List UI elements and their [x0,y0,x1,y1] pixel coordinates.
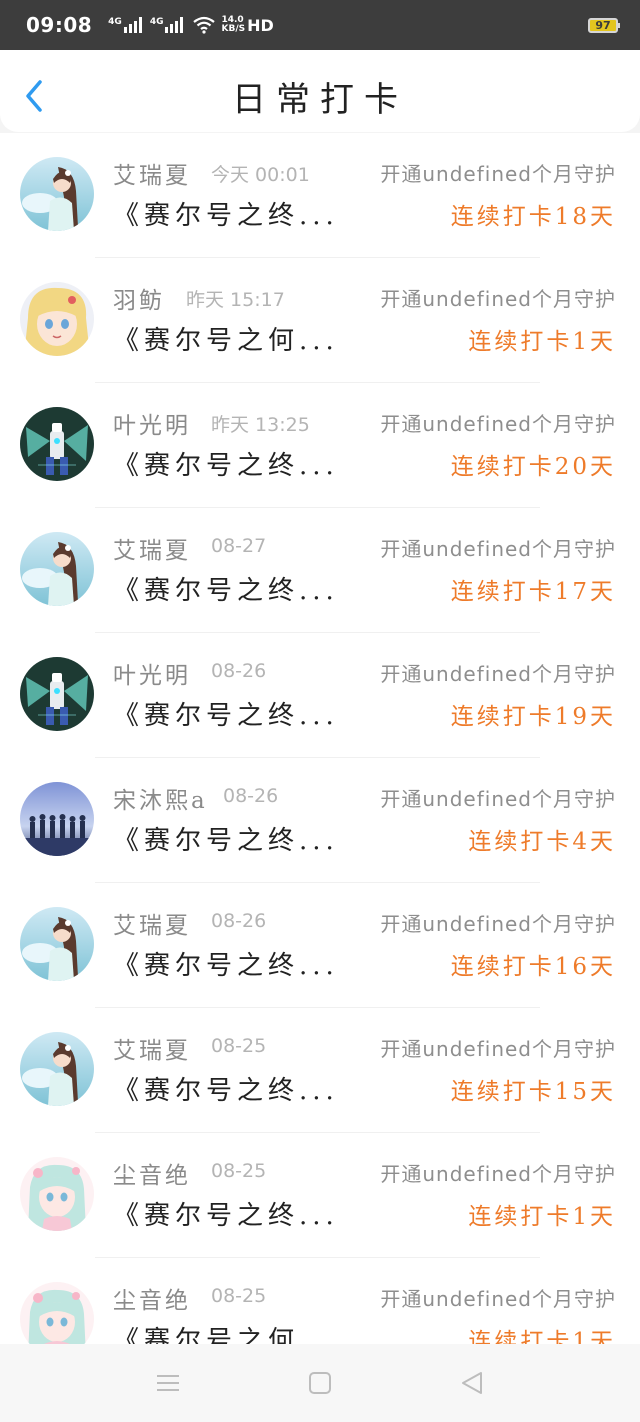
menu-icon[interactable] [156,1371,180,1395]
avatar[interactable] [20,157,94,231]
list-item[interactable]: 叶光明 08-26 开通undefined个月守护《赛尔号之终... 连续打卡19天 [0,633,640,758]
list-item[interactable]: 艾瑞夏 08-27 开通undefined个月守护《赛尔号之终... 连续打卡17天 [0,508,640,633]
page-title: 日常打卡 [232,80,408,120]
book-title[interactable]: 《赛尔号之终... [113,945,339,982]
avatar[interactable] [20,1157,94,1231]
guard-info: 开通undefined个月守护 [380,287,616,311]
avatar[interactable] [20,407,94,481]
avatar[interactable] [20,282,94,356]
guard-info: 开通undefined个月守护 [380,537,616,561]
book-title[interactable]: 《赛尔号之终... [113,195,339,232]
signal-2: 4G [150,17,186,33]
battery-level: 97 [595,18,611,32]
checkin-streak: 连续打卡18天 [450,204,616,230]
network-type-2: 4G [149,17,164,27]
avatar[interactable] [20,782,94,856]
checkin-time: 08-25 [211,1035,267,1057]
user-name[interactable]: 艾瑞夏 [113,531,191,565]
checkin-time: 昨天 13:25 [211,414,310,436]
network-type-1: 4G [108,17,122,27]
battery-icon: 97 [588,17,620,33]
book-title[interactable]: 《赛尔号之终... [113,1195,339,1232]
signal-group: 4G 4G 14.0 KB/S HD [102,16,274,35]
system-nav-bar [0,1344,640,1422]
checkin-streak: 连续打卡15天 [450,1079,616,1105]
avatar[interactable] [20,1032,94,1106]
list-item[interactable]: 宋沐熙a 08-26 开通undefined个月守护《赛尔号之终... 连续打卡4天 [0,758,640,883]
guard-info: 开通undefined个月守护 [380,162,616,186]
user-name[interactable]: 叶光明 [113,406,191,440]
guard-info: 开通undefined个月守护 [380,787,616,811]
checkin-streak: 连续打卡4天 [468,829,616,855]
network-speed: 14.0 KB/S [221,16,245,34]
book-title[interactable]: 《赛尔号之终... [113,570,339,607]
checkin-time: 08-25 [211,1285,267,1307]
guard-info: 开通undefined个月守护 [380,912,616,936]
checkin-time: 08-27 [211,535,267,557]
checkin-streak: 连续打卡19天 [450,704,616,730]
list-item[interactable]: 羽鲂 昨天 15:17 开通undefined个月守护《赛尔号之何... 连续打卡1天 [0,258,640,383]
signal-bars-icon [123,17,144,33]
checkin-streak: 连续打卡16天 [450,954,616,980]
user-name[interactable]: 尘音绝 [113,1281,191,1315]
book-title[interactable]: 《赛尔号之终... [113,695,339,732]
avatar[interactable] [20,907,94,981]
checkin-time: 08-26 [223,785,279,807]
checkin-time: 08-26 [211,660,267,682]
book-title[interactable]: 《赛尔号之何... [113,1320,339,1344]
status-time: 09:08 [26,13,93,37]
avatar[interactable] [20,1282,94,1344]
checkin-streak: 连续打卡1天 [468,329,616,355]
checkin-time: 08-26 [211,910,267,932]
screen: 09:08 4G 4G 14.0 KB/S HD 97 日常打卡 艾瑞夏 今天 … [0,0,640,1422]
checkin-time: 08-25 [211,1160,267,1182]
signal-bars-icon [165,17,185,33]
home-square-icon[interactable] [308,1371,332,1395]
speed-unit: KB/S [221,24,246,34]
guard-info: 开通undefined个月守护 [380,1037,616,1061]
signal-1: 4G [108,17,144,33]
checkin-streak: 连续打卡1天 [468,1329,616,1344]
guard-info: 开通undefined个月守护 [380,412,616,436]
guard-info: 开通undefined个月守护 [380,662,616,686]
status-bar: 09:08 4G 4G 14.0 KB/S HD 97 [0,0,640,50]
user-name[interactable]: 宋沐熙a [113,781,208,815]
back-triangle-icon[interactable] [460,1371,484,1395]
avatar[interactable] [20,657,94,731]
user-name[interactable]: 羽鲂 [113,281,165,315]
list-item[interactable]: 尘音绝 08-25 开通undefined个月守护《赛尔号之何... 连续打卡1天 [0,1258,640,1344]
book-title[interactable]: 《赛尔号之终... [113,445,339,482]
list-item[interactable]: 叶光明 昨天 13:25 开通undefined个月守护《赛尔号之终... 连续打卡2… [0,383,640,508]
header: 日常打卡 [0,50,640,132]
user-name[interactable]: 艾瑞夏 [113,156,191,190]
user-name[interactable]: 艾瑞夏 [113,906,191,940]
user-name[interactable]: 尘音绝 [113,1156,191,1190]
checkin-time: 今天 00:01 [211,164,310,186]
avatar[interactable] [20,532,94,606]
checkin-streak: 连续打卡17天 [450,579,616,605]
guard-info: 开通undefined个月守护 [380,1287,616,1311]
wifi-icon [193,16,216,34]
book-title[interactable]: 《赛尔号之何... [113,320,339,357]
hd-indicator: HD [247,15,274,35]
user-name[interactable]: 艾瑞夏 [113,1031,191,1065]
guard-info: 开通undefined个月守护 [380,1162,616,1186]
checkin-streak: 连续打卡20天 [450,454,616,480]
checkin-streak: 连续打卡1天 [468,1204,616,1230]
list-item[interactable]: 艾瑞夏 08-25 开通undefined个月守护《赛尔号之终... 连续打卡15天 [0,1008,640,1133]
checkin-time: 昨天 15:17 [186,289,285,311]
list-item[interactable]: 艾瑞夏 08-26 开通undefined个月守护《赛尔号之终... 连续打卡16天 [0,883,640,1008]
user-name[interactable]: 叶光明 [113,656,191,690]
book-title[interactable]: 《赛尔号之终... [113,1070,339,1107]
book-title[interactable]: 《赛尔号之终... [113,820,339,857]
list-item[interactable]: 尘音绝 08-25 开通undefined个月守护《赛尔号之终... 连续打卡1天 [0,1133,640,1258]
checkin-list: 艾瑞夏 今天 00:01 开通undefined个月守护 《赛尔号之终... 连续打卡1… [0,133,640,1344]
list-item[interactable]: 艾瑞夏 今天 00:01 开通undefined个月守护《赛尔号之终... 连续打卡1… [0,133,640,258]
